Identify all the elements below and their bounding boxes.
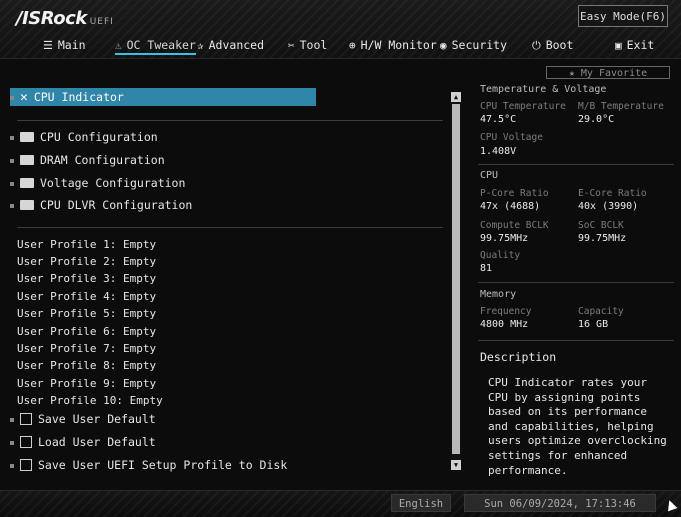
cpu-section-title: CPU <box>480 170 499 181</box>
divider <box>17 120 443 121</box>
menu-item-cpu-configuration[interactable]: CPU Configuration <box>10 128 158 146</box>
load-user-default-item[interactable]: Load User Default <box>10 433 156 451</box>
user-profile-6[interactable]: User Profile 6: Empty <box>17 325 156 338</box>
easy-mode-button[interactable]: Easy Mode(F6) <box>578 5 668 27</box>
top-bar: /ISRock UEFI Easy Mode(F6) ☰ Main ⚠ OC Twea… <box>0 0 681 59</box>
datetime-display: Sun 06/09/2024, 17:13:46 <box>464 494 656 512</box>
tab-security[interactable]: ◉ Security <box>440 38 507 52</box>
quality-label: Quality <box>480 250 521 261</box>
tab-exit[interactable]: ▣ Exit <box>615 38 654 52</box>
mb-temp-value: 29.0°C <box>578 114 615 125</box>
frequency-value: 4800 MHz <box>480 319 529 330</box>
user-profile-2[interactable]: User Profile 2: Empty <box>17 255 156 268</box>
language-selector[interactable]: English <box>391 494 451 512</box>
user-profile-1[interactable]: User Profile 1: Empty <box>17 238 156 251</box>
compute-bclk-label: Compute BCLK <box>480 220 549 231</box>
wrench-icon: ✕ <box>20 90 28 105</box>
exit-icon: ▣ <box>615 39 622 52</box>
load-icon <box>20 435 32 448</box>
user-profile-5[interactable]: User Profile 5: Empty <box>17 307 156 320</box>
tab-boot[interactable]: ⏻ Boot <box>532 38 573 53</box>
capacity-value: 16 GB <box>578 319 609 330</box>
user-profile-9[interactable]: User Profile 9: Empty <box>17 377 156 390</box>
menu-item-voltage-configuration[interactable]: Voltage Configuration <box>10 174 185 192</box>
mb-temp-label: M/B Temperature <box>578 101 664 112</box>
bullet-icon <box>10 440 14 445</box>
rocket-icon: ⚠ <box>115 39 122 52</box>
divider <box>478 282 674 283</box>
user-profile-8[interactable]: User Profile 8: Empty <box>17 359 156 372</box>
user-profile-4[interactable]: User Profile 4: Empty <box>17 290 156 303</box>
my-favorite-button[interactable]: ★ My Favorite <box>546 66 670 79</box>
bullet-icon <box>10 417 14 422</box>
divider <box>478 340 674 341</box>
scroll-up-icon[interactable]: ▲ <box>451 92 461 102</box>
cpu-temp-value: 47.5°C <box>480 114 517 125</box>
tab-advanced[interactable]: ✰ Advanced <box>197 38 264 52</box>
folder-icon <box>20 199 34 210</box>
bullet-icon <box>10 463 14 468</box>
bullet-icon <box>10 158 14 163</box>
user-profile-7[interactable]: User Profile 7: Empty <box>17 342 156 355</box>
memory-section-title: Memory <box>480 289 517 300</box>
monitor-icon: ⊕ <box>349 39 356 52</box>
folder-icon <box>20 177 34 188</box>
tab-oc-tweaker[interactable]: ⚠ OC Tweaker <box>115 38 196 55</box>
description-title: Description <box>480 350 557 364</box>
ecore-ratio-value: 40x (3990) <box>578 201 639 212</box>
bullet-icon <box>10 203 14 208</box>
quality-value: 81 <box>480 263 493 274</box>
menu-item-dram-configuration[interactable]: DRAM Configuration <box>10 151 165 169</box>
menu-item-cpu-indicator[interactable]: ✕ CPU Indicator <box>10 88 316 106</box>
divider <box>17 227 443 228</box>
cpu-temp-label: CPU Temperature <box>480 101 566 112</box>
user-profile-3[interactable]: User Profile 3: Empty <box>17 272 156 285</box>
frequency-label: Frequency <box>480 306 532 317</box>
menu-scrollbar[interactable]: ▲ ▼ <box>451 92 461 470</box>
cpu-voltage-value: 1.408V <box>480 146 517 157</box>
power-icon: ⏻ <box>532 39 541 52</box>
soc-bclk-value: 99.75MHz <box>578 233 627 244</box>
tab-main[interactable]: ☰ Main <box>43 38 86 52</box>
menu-item-cpu-dlvr-configuration[interactable]: CPU DLVR Configuration <box>10 196 192 214</box>
compute-bclk-value: 99.75MHz <box>480 233 529 244</box>
tool-icon: ✂ <box>288 39 295 52</box>
tab-tool[interactable]: ✂ Tool <box>288 38 327 52</box>
tab-hw-monitor[interactable]: ⊕ H/W Monitor <box>349 38 437 52</box>
save-user-default-item[interactable]: Save User Default <box>10 410 156 428</box>
pcore-ratio-value: 47x (4688) <box>480 201 541 212</box>
disk-icon <box>20 458 32 471</box>
soc-bclk-label: SoC BCLK <box>578 220 624 231</box>
capacity-label: Capacity <box>578 306 624 317</box>
cpu-voltage-label: CPU Voltage <box>480 132 543 143</box>
scroll-thumb[interactable] <box>452 104 460 454</box>
pcore-ratio-label: P-Core Ratio <box>480 188 549 199</box>
temp-voltage-title: Temperature & Voltage <box>480 84 607 95</box>
bullet-icon <box>10 135 14 140</box>
ecore-ratio-label: E-Core Ratio <box>578 188 647 199</box>
folder-icon <box>20 154 34 165</box>
save-icon <box>20 412 32 425</box>
user-profile-10[interactable]: User Profile 10: Empty <box>17 394 163 407</box>
save-profile-to-disk-item[interactable]: Save User UEFI Setup Profile to Disk <box>10 456 287 474</box>
description-text: CPU Indicator rates your CPU by assignin… <box>488 376 667 477</box>
bullet-icon <box>10 95 14 100</box>
brand-logo: /ISRock UEFI <box>16 8 114 29</box>
divider <box>478 164 674 165</box>
shield-icon: ◉ <box>440 39 447 52</box>
list-icon: ☰ <box>43 39 53 52</box>
bottom-bar: English Sun 06/09/2024, 17:13:46 <box>0 490 681 517</box>
scroll-down-icon[interactable]: ▼ <box>451 460 461 470</box>
bullet-icon <box>10 181 14 186</box>
folder-icon <box>20 131 34 142</box>
star-icon: ✰ <box>197 39 204 52</box>
